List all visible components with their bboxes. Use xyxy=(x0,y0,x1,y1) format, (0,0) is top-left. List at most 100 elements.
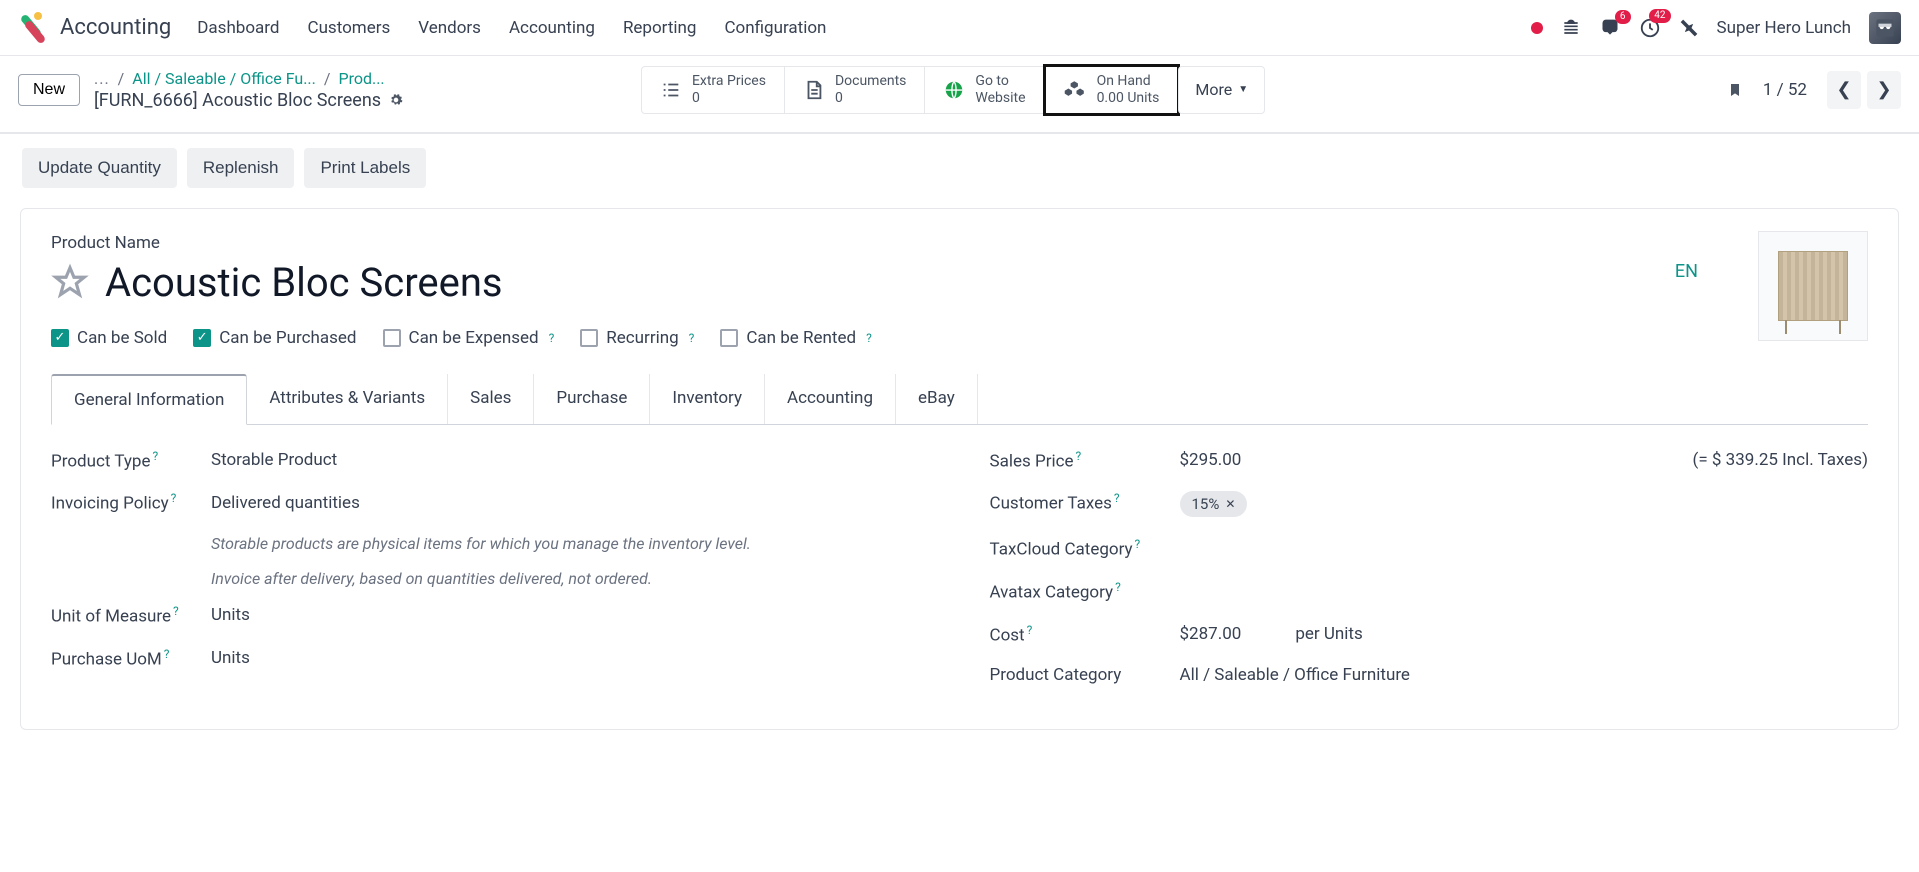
tools-icon[interactable] xyxy=(1679,18,1699,38)
cost-label: Cost xyxy=(990,625,1025,645)
fields-left-column: Product Type? Storable Product Invoicing… xyxy=(51,449,930,706)
pager-text[interactable]: 1 / 52 xyxy=(1763,80,1807,100)
menu-dashboard[interactable]: Dashboard xyxy=(197,18,279,38)
can-be-expensed-checkbox[interactable] xyxy=(383,329,401,347)
tab-inventory[interactable]: Inventory xyxy=(650,374,765,424)
tab-ebay[interactable]: eBay xyxy=(896,374,978,424)
product-category-value[interactable]: All / Saleable / Office Furniture xyxy=(1180,665,1869,685)
activities-badge: 42 xyxy=(1649,9,1670,23)
systray: 6 42 Super Hero Lunch xyxy=(1531,12,1901,44)
invoicing-policy-hint: Invoice after delivery, based on quantit… xyxy=(51,569,771,588)
avatax-category-value[interactable] xyxy=(1180,580,1869,603)
invoicing-policy-value[interactable]: Delivered quantities xyxy=(211,491,930,514)
breadcrumb: ... / All / Saleable / Office Fu... / Pr… xyxy=(94,69,403,111)
form-sheet: Product Name Acoustic Bloc Screens EN Ca… xyxy=(20,208,1899,731)
help-icon[interactable]: ? xyxy=(164,647,170,661)
stat-more-button[interactable]: More ▼ xyxy=(1178,66,1265,114)
help-icon[interactable]: ? xyxy=(1027,623,1033,637)
uom-value[interactable]: Units xyxy=(211,604,930,627)
taxcloud-category-value[interactable] xyxy=(1180,537,1869,560)
help-icon[interactable]: ? xyxy=(173,604,179,618)
language-tag[interactable]: EN xyxy=(1675,261,1698,282)
tab-accounting[interactable]: Accounting xyxy=(765,374,896,424)
product-type-value[interactable]: Storable Product xyxy=(211,449,930,472)
boxes-icon xyxy=(1063,79,1087,101)
help-icon[interactable]: ? xyxy=(866,331,872,345)
recording-indicator-icon xyxy=(1531,22,1543,34)
menu-customers[interactable]: Customers xyxy=(308,18,391,38)
can-be-purchased-label: Can be Purchased xyxy=(219,328,356,348)
product-type-label: Product Type xyxy=(51,451,150,471)
top-nav: Accounting Dashboard Customers Vendors A… xyxy=(0,0,1919,56)
stat-value: 0 xyxy=(835,90,906,107)
stat-extra-prices[interactable]: Extra Prices 0 xyxy=(641,66,785,114)
uom-label: Unit of Measure xyxy=(51,607,171,627)
can-be-sold-label: Can be Sold xyxy=(77,328,167,348)
sales-price-value[interactable]: $295.00 xyxy=(1180,450,1242,470)
new-button[interactable]: New xyxy=(18,74,80,106)
bookmark-icon[interactable] xyxy=(1727,80,1743,100)
app-title[interactable]: Accounting xyxy=(60,15,171,40)
menu-accounting[interactable]: Accounting xyxy=(509,18,595,38)
user-name[interactable]: Super Hero Lunch xyxy=(1717,18,1851,38)
help-icon[interactable]: ? xyxy=(171,491,177,505)
stat-label: Extra Prices xyxy=(692,73,766,90)
gear-icon[interactable] xyxy=(389,93,403,107)
tab-purchase[interactable]: Purchase xyxy=(534,374,650,424)
recurring-checkbox[interactable] xyxy=(580,329,598,347)
main-menu: Dashboard Customers Vendors Accounting R… xyxy=(197,18,826,38)
pager-next-button[interactable]: ❯ xyxy=(1867,71,1901,109)
help-icon[interactable]: ? xyxy=(1135,537,1141,551)
update-quantity-button[interactable]: Update Quantity xyxy=(22,148,177,188)
help-icon[interactable]: ? xyxy=(1114,491,1120,505)
action-bar: Update Quantity Replenish Print Labels xyxy=(0,134,1919,202)
stat-label: Go to xyxy=(975,73,1025,90)
cost-value[interactable]: $287.00 xyxy=(1180,624,1242,644)
purchase-uom-value[interactable]: Units xyxy=(211,647,930,670)
help-icon[interactable]: ? xyxy=(1076,449,1082,463)
help-icon[interactable]: ? xyxy=(152,449,158,463)
help-icon[interactable]: ? xyxy=(689,331,695,345)
stat-value: 0 xyxy=(692,90,766,107)
stat-website[interactable]: Go to Website xyxy=(925,66,1044,114)
breadcrumb-category[interactable]: All / Saleable / Office Fu... xyxy=(132,69,316,88)
pager-prev-button[interactable]: ❮ xyxy=(1827,71,1861,109)
tab-general-information[interactable]: General Information xyxy=(51,374,247,425)
replenish-button[interactable]: Replenish xyxy=(187,148,295,188)
customer-taxes-label: Customer Taxes xyxy=(990,494,1112,514)
tab-attributes-variants[interactable]: Attributes & Variants xyxy=(247,374,448,424)
can-be-purchased-checkbox[interactable] xyxy=(193,329,211,347)
print-labels-button[interactable]: Print Labels xyxy=(304,148,426,188)
favorite-star-icon[interactable] xyxy=(51,263,89,301)
taxcloud-category-label: TaxCloud Category xyxy=(990,540,1133,560)
user-avatar[interactable] xyxy=(1869,12,1901,44)
menu-configuration[interactable]: Configuration xyxy=(724,18,826,38)
menu-reporting[interactable]: Reporting xyxy=(623,18,697,38)
remove-tag-icon[interactable]: ✕ xyxy=(1225,497,1235,511)
recurring-label: Recurring xyxy=(606,328,678,348)
messaging-icon[interactable]: 6 xyxy=(1599,18,1621,38)
help-icon[interactable]: ? xyxy=(1115,580,1121,594)
stat-value: Website xyxy=(975,90,1025,107)
breadcrumb-ellipsis[interactable]: ... xyxy=(94,69,110,88)
stat-on-hand[interactable]: On Hand 0.00 Units xyxy=(1045,66,1179,114)
messaging-badge: 6 xyxy=(1615,10,1631,24)
stat-value: 0.00 Units xyxy=(1097,90,1160,107)
stat-documents[interactable]: Documents 0 xyxy=(785,66,925,114)
product-name[interactable]: Acoustic Bloc Screens xyxy=(105,259,503,306)
can-be-sold-checkbox[interactable] xyxy=(51,329,69,347)
can-be-rented-checkbox[interactable] xyxy=(720,329,738,347)
customer-tax-tag[interactable]: 15% ✕ xyxy=(1180,491,1248,517)
product-image[interactable] xyxy=(1758,231,1868,341)
purchase-uom-label: Purchase UoM xyxy=(51,649,162,669)
product-category-label: Product Category xyxy=(990,665,1122,685)
app-logo[interactable] xyxy=(18,14,46,42)
activities-icon[interactable]: 42 xyxy=(1639,17,1661,39)
help-icon[interactable]: ? xyxy=(549,331,555,345)
breadcrumb-product-list[interactable]: Prod... xyxy=(338,69,384,88)
product-flags: Can be Sold Can be Purchased Can be Expe… xyxy=(51,328,1868,348)
menu-vendors[interactable]: Vendors xyxy=(418,18,481,38)
voip-icon[interactable] xyxy=(1561,18,1581,38)
tab-sales[interactable]: Sales xyxy=(448,374,534,424)
breadcrumb-record: [FURN_6666] Acoustic Bloc Screens xyxy=(94,90,381,111)
